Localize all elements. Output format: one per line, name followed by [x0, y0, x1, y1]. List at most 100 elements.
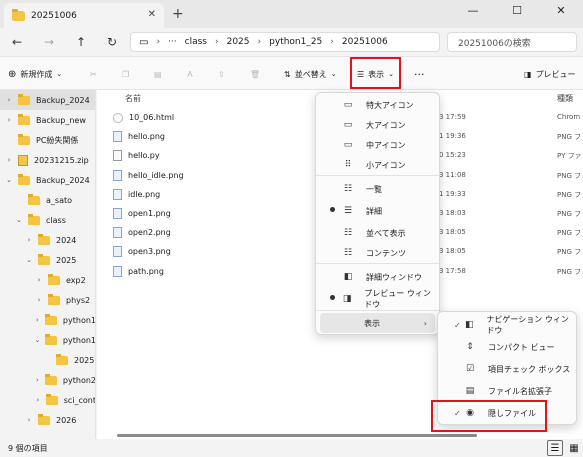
- view-menu-item[interactable]: ▭ 中アイコン: [320, 135, 435, 155]
- chevron-right-icon: ›: [330, 37, 334, 47]
- folder-icon: [44, 313, 57, 325]
- sidebar-item[interactable]: ⌄ class: [0, 210, 95, 230]
- window-close-button[interactable]: ✕: [539, 0, 583, 20]
- chevron-icon[interactable]: ›: [34, 316, 41, 324]
- new-tab-button[interactable]: +: [172, 6, 184, 22]
- address-bar[interactable]: ▭ › ··· class › 2025 › python1_25 › 2025…: [130, 32, 440, 52]
- chevron-icon[interactable]: ⌄: [4, 176, 14, 184]
- show-submenu-item[interactable]: ☑ 項目チェック ボックス: [442, 359, 572, 379]
- share-icon[interactable]: ⇪: [218, 65, 225, 83]
- sidebar-item[interactable]: PC紛失関係: [0, 130, 95, 150]
- up-arrow-icon[interactable]: ↑: [70, 33, 92, 51]
- refresh-icon[interactable]: ↻: [101, 33, 123, 51]
- show-submenu-item[interactable]: ⇕ コンパクト ビュー: [442, 337, 572, 357]
- sidebar-item[interactable]: › 2024: [0, 230, 95, 250]
- view-menu-item[interactable]: ▭ 大アイコン: [320, 115, 435, 135]
- preview-button[interactable]: ◨ プレビュー: [524, 65, 576, 83]
- sort-button[interactable]: ⇅ 並べ替え ⌄: [284, 65, 337, 83]
- sidebar-item[interactable]: › 20231215.zip: [0, 150, 95, 170]
- show-submenu-item[interactable]: ✓ ◧ ナビゲーション ウィンドウ: [442, 315, 572, 335]
- file-row[interactable]: hello_idle.png: [113, 166, 333, 185]
- chevron-icon[interactable]: ›: [4, 116, 14, 124]
- show-submenu-item[interactable]: ▤ ファイル名拡張子: [442, 381, 572, 401]
- chevron-icon[interactable]: ›: [24, 236, 34, 244]
- new-button[interactable]: ⊕ 新規作成 ⌄: [8, 65, 62, 83]
- breadcrumb-more[interactable]: ···: [168, 37, 177, 47]
- show-option-icon: ⇕: [466, 342, 474, 352]
- sidebar-item[interactable]: › sci_cont: [0, 390, 95, 410]
- minimize-button[interactable]: —: [451, 0, 495, 20]
- file-name: 10_06.html: [129, 113, 175, 122]
- search-input[interactable]: 20251006の検索: [447, 32, 577, 52]
- file-row[interactable]: hello.py: [113, 146, 333, 165]
- tiles-view-icon[interactable]: ▦: [566, 440, 582, 456]
- sidebar-item[interactable]: 202510: [0, 350, 95, 370]
- file-name: hello.py: [128, 151, 160, 161]
- sidebar-item[interactable]: › Backup_new: [0, 110, 95, 130]
- chevron-icon[interactable]: ›: [24, 416, 34, 424]
- chevron-icon[interactable]: ›: [34, 396, 42, 404]
- breadcrumb-20251006[interactable]: 20251006: [342, 37, 388, 47]
- breadcrumb-class[interactable]: class: [185, 37, 207, 47]
- forward-arrow-icon[interactable]: →: [38, 33, 60, 51]
- file-row[interactable]: idle.png: [113, 185, 333, 204]
- file-row[interactable]: path.png: [113, 262, 333, 281]
- tab-20251006[interactable]: 20251006 ✕: [4, 3, 164, 28]
- details-view-icon[interactable]: ☰: [547, 440, 563, 456]
- sidebar-item[interactable]: ⌄ 2025: [0, 250, 95, 270]
- view-menu-item[interactable]: ◧ 詳細ウィンドウ: [320, 267, 435, 287]
- view-menu-item[interactable]: ☷ コンテンツ: [320, 243, 435, 263]
- sidebar-item[interactable]: a_sato: [0, 190, 95, 210]
- chevron-icon[interactable]: ⌄: [34, 336, 41, 344]
- horizontal-scrollbar[interactable]: [117, 434, 477, 437]
- chevron-icon[interactable]: ⌄: [24, 256, 34, 264]
- column-type-header[interactable]: 種類: [557, 93, 573, 104]
- menu-separator: [316, 310, 439, 311]
- view-menu-item[interactable]: ⠿ 小アイコン: [320, 155, 435, 175]
- copy-icon[interactable]: ❐: [122, 65, 129, 83]
- tab-title: 20251006: [31, 10, 77, 21]
- maximize-button[interactable]: ☐: [495, 0, 539, 20]
- folder-icon: [38, 413, 50, 425]
- view-menu-item-show[interactable]: 表示 ›: [320, 313, 435, 333]
- show-option-icon: ◧: [464, 320, 474, 330]
- chevron-icon[interactable]: ›: [34, 376, 41, 384]
- sidebar-item[interactable]: › phys2: [0, 290, 95, 310]
- view-option-icon: ▭: [343, 100, 353, 110]
- delete-icon[interactable]: 🗑: [250, 65, 260, 83]
- sidebar-item[interactable]: ⌄ Backup_2024: [0, 170, 95, 190]
- folder-icon: [56, 353, 68, 365]
- view-menu-item[interactable]: ▭ 特大アイコン: [320, 95, 435, 115]
- file-row[interactable]: open1.png: [113, 204, 333, 223]
- view-menu-item[interactable]: ☷ 並べて表示: [320, 223, 435, 243]
- paste-icon[interactable]: ▤: [154, 65, 162, 83]
- view-menu-item[interactable]: ☰ 詳細: [320, 201, 435, 221]
- view-menu-item[interactable]: ☷ 一覧: [320, 179, 435, 199]
- chevron-icon[interactable]: ›: [34, 296, 44, 304]
- file-row[interactable]: 10_06.html: [113, 108, 333, 127]
- file-row[interactable]: open2.png: [113, 223, 333, 242]
- tab-close-icon[interactable]: ✕: [148, 9, 156, 20]
- file-row[interactable]: open3.png: [113, 242, 333, 261]
- sidebar-item[interactable]: ⌄ python1: [0, 330, 95, 350]
- view-menu-item[interactable]: ◨ プレビュー ウィンドウ: [320, 289, 435, 309]
- sidebar-item[interactable]: › python1: [0, 310, 95, 330]
- sidebar-item[interactable]: › 2026: [0, 410, 95, 430]
- sidebar-item[interactable]: › exp2: [0, 270, 95, 290]
- chevron-icon[interactable]: ›: [4, 96, 14, 104]
- breadcrumb-2025[interactable]: 2025: [227, 37, 250, 47]
- back-arrow-icon[interactable]: ←: [6, 33, 28, 51]
- sidebar-item[interactable]: › Backup_2024: [0, 90, 95, 110]
- folder-icon: [18, 173, 30, 185]
- chevron-icon[interactable]: ›: [34, 276, 44, 284]
- rename-icon[interactable]: Ａ: [186, 65, 194, 83]
- cut-icon[interactable]: ✂: [90, 65, 97, 83]
- chevron-icon[interactable]: ⌄: [14, 216, 24, 224]
- chevron-icon[interactable]: ›: [4, 156, 14, 164]
- sidebar-item[interactable]: › python2: [0, 370, 95, 390]
- breadcrumb-python1-25[interactable]: python1_25: [269, 37, 322, 47]
- column-name-header[interactable]: 名前: [125, 93, 141, 104]
- file-type: PNG フ: [557, 171, 582, 180]
- file-row[interactable]: hello.png: [113, 127, 333, 146]
- more-options-button[interactable]: ···: [414, 65, 425, 83]
